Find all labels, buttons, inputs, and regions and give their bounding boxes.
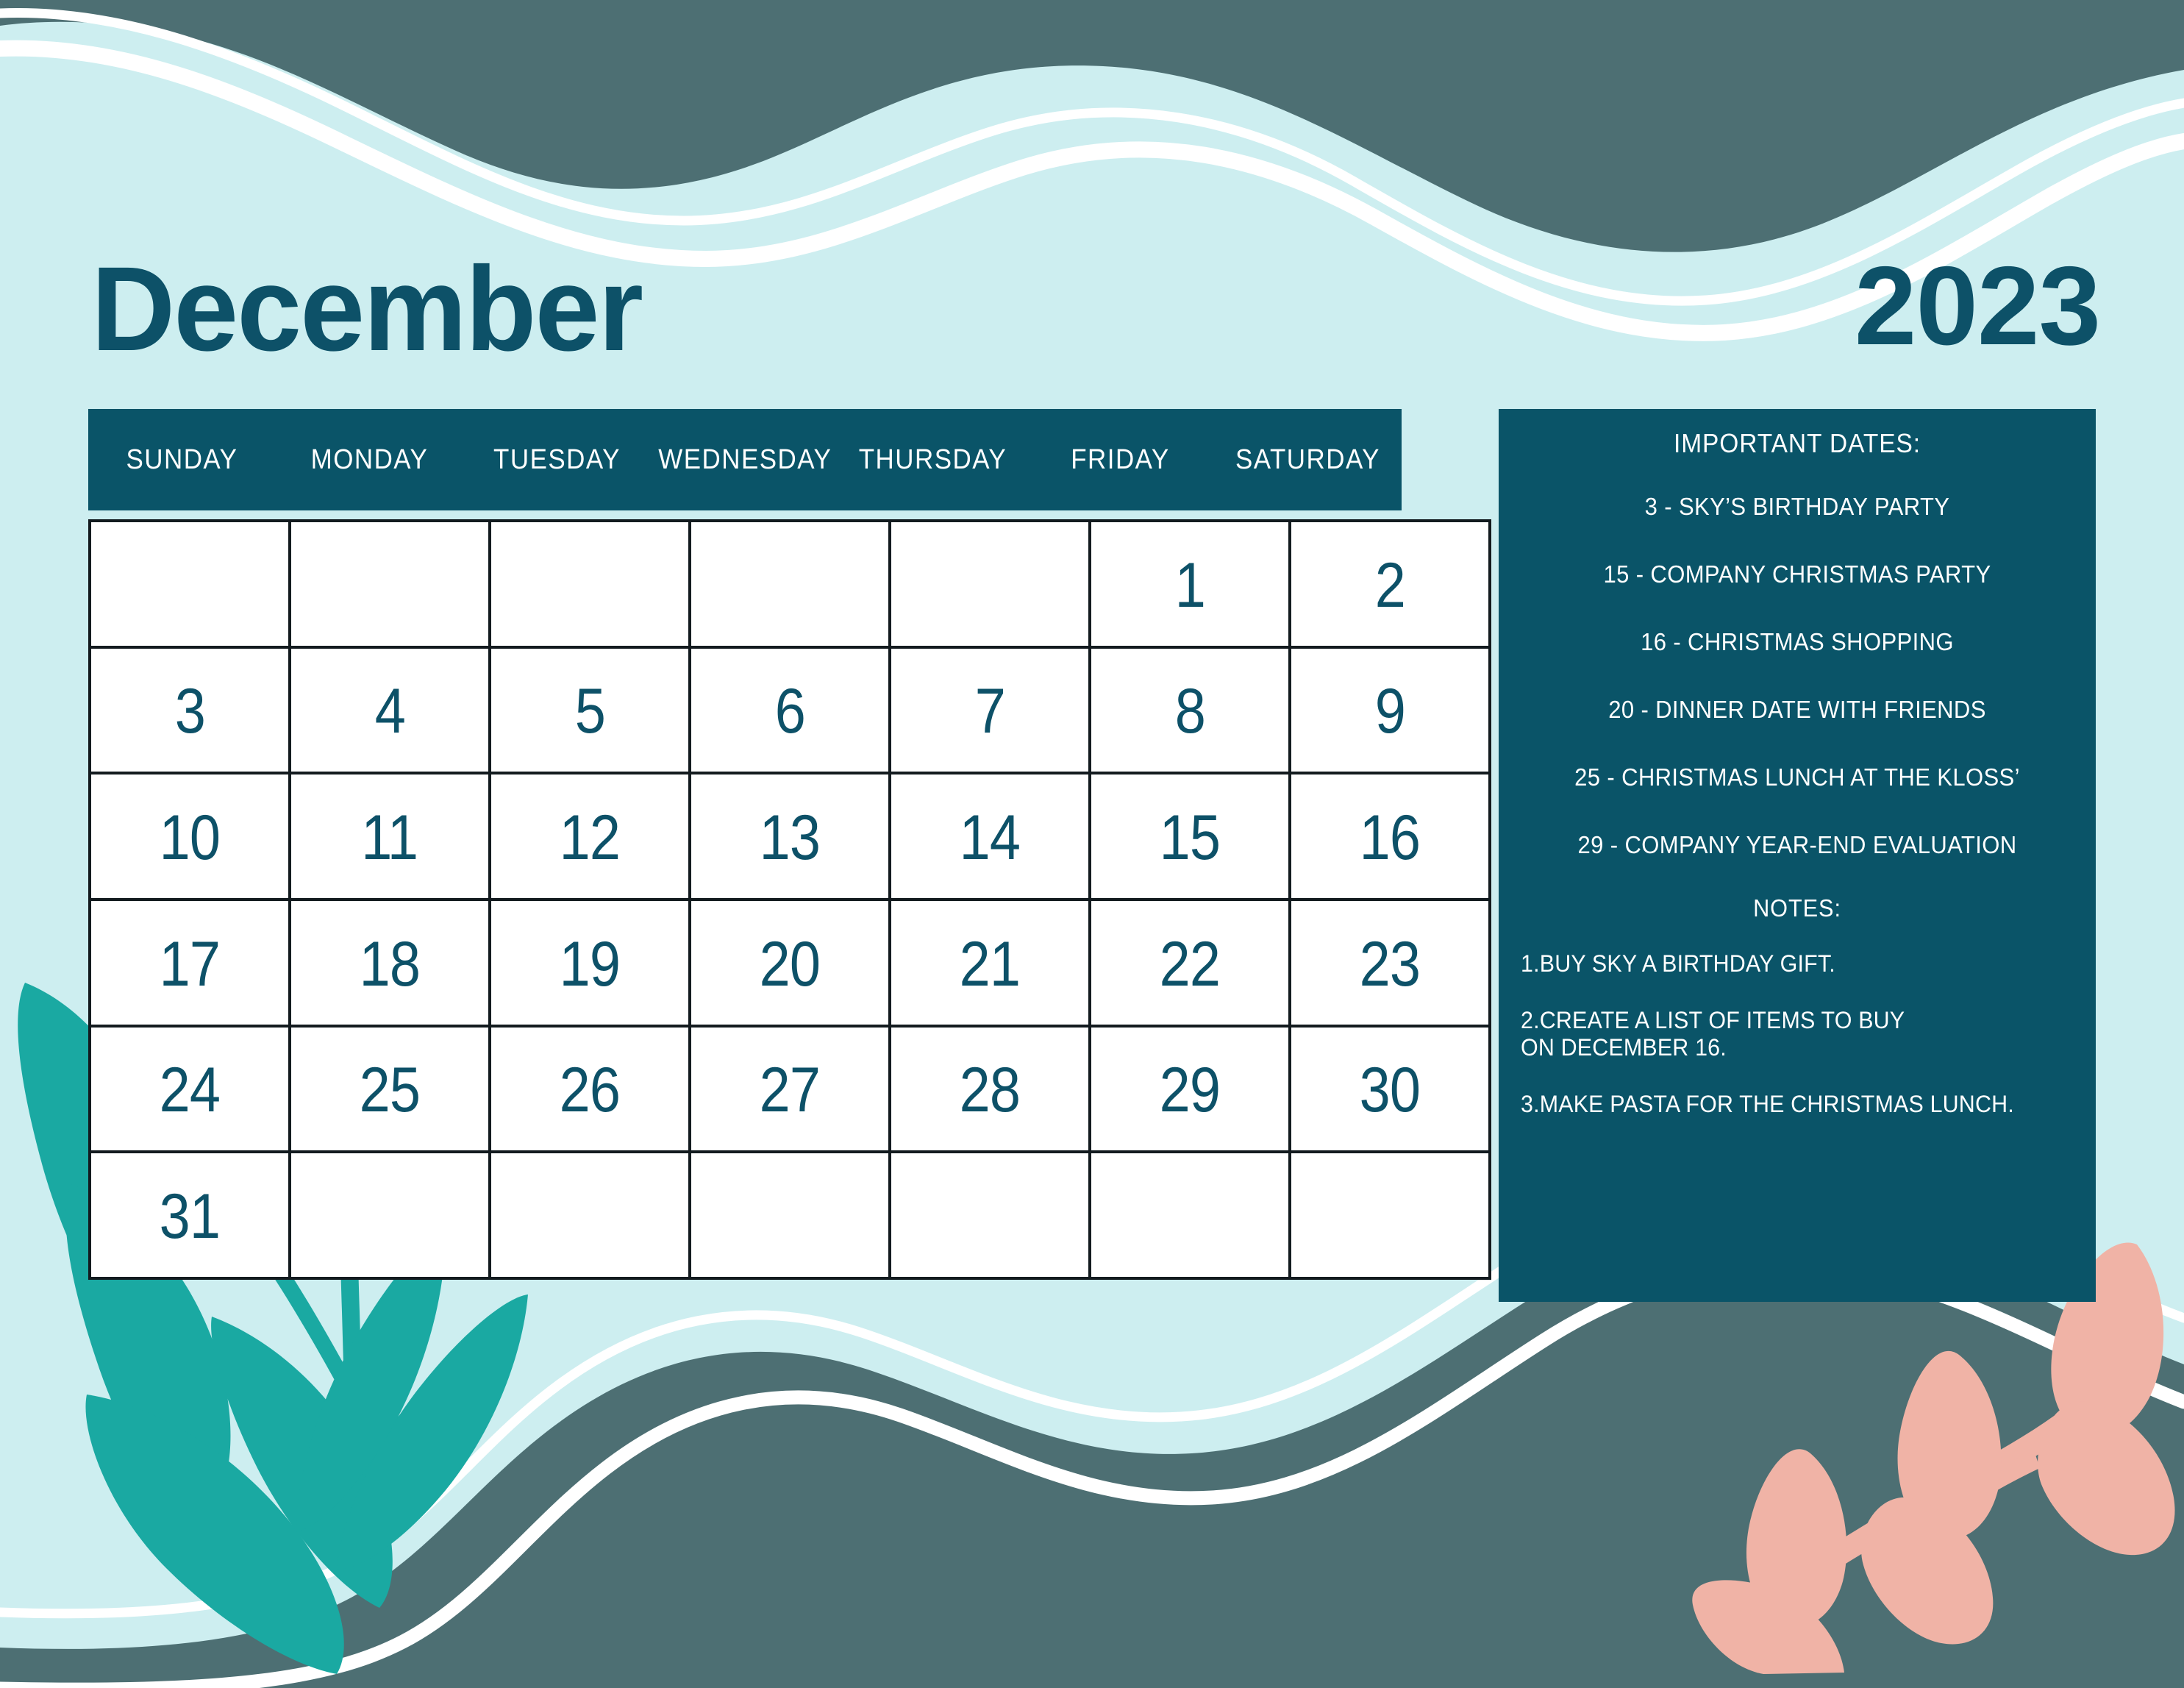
weekday-monday: MONDAY (310, 444, 429, 475)
notes-list: 1.BUY SKY A BIRTHDAY GIFT. 2.CREATE A LI… (1499, 950, 2096, 1118)
day-cell[interactable]: 25 (291, 1027, 488, 1151)
day-cell[interactable]: 17 (91, 901, 288, 1025)
weekday-wednesday: WEDNESDAY (657, 444, 832, 475)
day-cell[interactable] (691, 522, 888, 646)
day-number: 27 (759, 1055, 821, 1126)
day-number: 18 (359, 928, 421, 1000)
weekday-tuesday: TUESDAY (493, 444, 621, 475)
important-date-item: 3 - SKY’S BIRTHDAY PARTY (1644, 493, 1950, 520)
day-number: 3 (174, 676, 205, 747)
important-dates-heading: IMPORTANT DATES: (1673, 428, 1921, 458)
weekday-saturday: SATURDAY (1235, 444, 1381, 475)
day-cell[interactable]: 10 (91, 774, 288, 898)
day-cell[interactable] (491, 522, 688, 646)
day-cell[interactable]: 16 (1291, 774, 1488, 898)
day-cell[interactable]: 30 (1291, 1027, 1488, 1151)
notes-heading: NOTES: (1753, 894, 1841, 922)
day-cell[interactable]: 6 (691, 648, 888, 772)
important-date-item: 16 - CHRISTMAS SHOPPING (1641, 628, 1954, 655)
day-number: 30 (1359, 1055, 1421, 1126)
day-number: 15 (1159, 802, 1221, 874)
day-number: 2 (1374, 549, 1405, 621)
day-cell[interactable] (691, 1153, 888, 1277)
day-cell[interactable]: 5 (491, 648, 688, 772)
day-cell[interactable]: 11 (291, 774, 488, 898)
day-cell[interactable]: 1 (1091, 522, 1288, 646)
weekday-header-row: SUNDAY MONDAY TUESDAY WEDNESDAY THURSDAY… (88, 409, 1402, 510)
day-cell[interactable]: 3 (91, 648, 288, 772)
day-cell[interactable]: 26 (491, 1027, 688, 1151)
day-number: 10 (159, 802, 221, 874)
day-number: 9 (1374, 676, 1405, 747)
weekday-sunday: SUNDAY (126, 444, 238, 475)
day-number: 26 (559, 1055, 621, 1126)
day-cell[interactable]: 18 (291, 901, 488, 1025)
day-cell[interactable] (291, 522, 488, 646)
important-date-item: 29 - COMPANY YEAR-END EVALUATION (1577, 831, 2017, 858)
important-dates-list: 3 - SKY’S BIRTHDAY PARTY 15 - COMPANY CH… (1499, 493, 2096, 859)
day-cell[interactable]: 27 (691, 1027, 888, 1151)
day-number: 28 (959, 1055, 1021, 1126)
day-number: 22 (1159, 928, 1221, 1000)
day-cell[interactable] (1091, 1153, 1288, 1277)
day-cell[interactable]: 29 (1091, 1027, 1288, 1151)
important-date-item: 20 - DINNER DATE WITH FRIENDS (1608, 696, 1986, 723)
day-cell[interactable]: 19 (491, 901, 688, 1025)
day-cell[interactable] (291, 1153, 488, 1277)
day-cell[interactable]: 14 (891, 774, 1088, 898)
day-number: 16 (1359, 802, 1421, 874)
day-cell[interactable]: 22 (1091, 901, 1288, 1025)
day-cell[interactable]: 7 (891, 648, 1088, 772)
day-number: 5 (574, 676, 605, 747)
day-cell[interactable]: 9 (1291, 648, 1488, 772)
day-number: 7 (974, 676, 1005, 747)
weekday-friday: FRIDAY (1071, 444, 1170, 475)
day-number: 29 (1159, 1055, 1221, 1126)
day-cell[interactable]: 4 (291, 648, 488, 772)
day-cell[interactable]: 12 (491, 774, 688, 898)
day-number: 31 (159, 1181, 221, 1253)
day-number: 1 (1174, 549, 1205, 621)
day-cell[interactable]: 21 (891, 901, 1088, 1025)
day-cell[interactable] (91, 522, 288, 646)
day-cell[interactable]: 31 (91, 1153, 288, 1277)
day-cell[interactable]: 15 (1091, 774, 1288, 898)
weekday-thursday: THURSDAY (858, 444, 1007, 475)
note-item: 1.BUY SKY A BIRTHDAY GIFT. (1521, 950, 1835, 977)
important-dates-panel: IMPORTANT DATES: 3 - SKY’S BIRTHDAY PART… (1499, 409, 2096, 1302)
day-number: 25 (359, 1055, 421, 1126)
calendar-page: December 2023 SUNDAY MONDAY TUESDAY WEDN… (0, 0, 2184, 1688)
day-cell[interactable] (1291, 1153, 1488, 1277)
day-number: 19 (559, 928, 621, 1000)
day-number: 11 (361, 802, 419, 874)
day-number: 20 (759, 928, 821, 1000)
day-number: 24 (159, 1055, 221, 1126)
day-cell[interactable] (891, 522, 1088, 646)
day-cell[interactable]: 2 (1291, 522, 1488, 646)
day-number: 17 (159, 928, 221, 1000)
day-number: 6 (774, 676, 805, 747)
day-cell[interactable] (491, 1153, 688, 1277)
day-number: 4 (374, 676, 405, 747)
day-cell[interactable] (891, 1153, 1088, 1277)
day-number: 21 (959, 928, 1021, 1000)
day-number: 23 (1359, 928, 1421, 1000)
day-number: 14 (959, 802, 1021, 874)
day-number: 12 (559, 802, 621, 874)
day-cell[interactable]: 8 (1091, 648, 1288, 772)
calendar-grid: 1 2 3 4 5 6 7 8 9 10 11 12 13 14 15 16 1… (88, 519, 1491, 1280)
day-number: 13 (759, 802, 821, 874)
day-cell[interactable]: 20 (691, 901, 888, 1025)
day-cell[interactable]: 28 (891, 1027, 1088, 1151)
day-cell[interactable]: 23 (1291, 901, 1488, 1025)
day-number: 8 (1174, 676, 1205, 747)
day-cell[interactable]: 13 (691, 774, 888, 898)
note-item: 3.MAKE PASTA FOR THE CHRISTMAS LUNCH. (1521, 1091, 2014, 1118)
important-date-item: 15 - COMPANY CHRISTMAS PARTY (1603, 560, 1991, 588)
important-date-item: 25 - CHRISTMAS LUNCH AT THE KLOSS’ (1574, 763, 2020, 791)
note-item: 2.CREATE A LIST OF ITEMS TO BUY ON DECEM… (1521, 1007, 1905, 1061)
day-cell[interactable]: 24 (91, 1027, 288, 1151)
